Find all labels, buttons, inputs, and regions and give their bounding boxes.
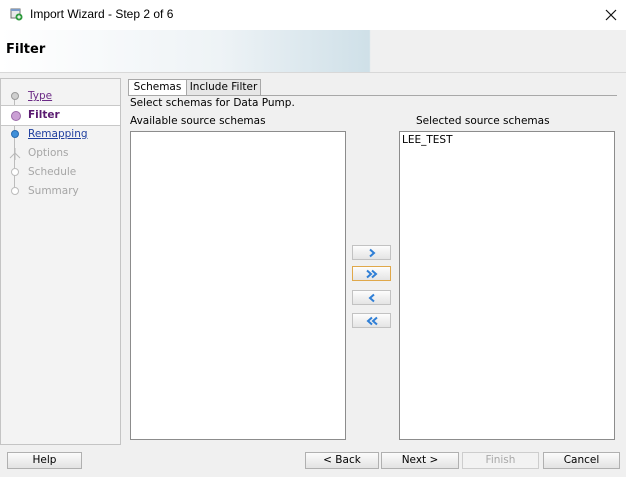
tab-label: Include Filter [189,81,258,93]
tab-schemas[interactable]: Schemas [128,79,187,95]
step-branch-icon [9,148,21,160]
button-label: Next > [401,454,439,466]
step-navigation: Type Filter Remapping Options Schedule S… [0,78,121,445]
step-next-icon [11,130,19,138]
instructions-text: Select schemas for Data Pump. [130,97,295,109]
step-label: Options [28,147,69,159]
button-label: Cancel [563,454,600,466]
remove-selected-button[interactable] [352,290,391,305]
help-button[interactable]: Help [7,452,82,469]
back-button[interactable]: < Back [305,452,379,469]
title-bar: Import Wizard - Step 2 of 6 [0,0,626,30]
cancel-button[interactable]: Cancel [543,452,620,469]
move-right-icon [368,248,376,257]
step-pending-icon [11,187,19,195]
list-item[interactable]: LEE_TEST [402,134,453,146]
step-type[interactable]: Type [1,87,120,106]
move-all-right-icon [365,269,378,278]
remove-all-button[interactable] [352,313,391,328]
page-title: Filter [6,42,46,57]
close-button[interactable] [596,0,626,30]
step-summary: Summary [1,182,120,201]
selected-schemas-label: Selected source schemas [416,115,550,127]
move-all-button[interactable] [352,266,391,281]
tab-include-filter[interactable]: Include Filter [186,79,261,95]
move-all-left-icon [365,316,378,325]
available-schemas-list[interactable] [130,131,346,440]
step-remapping[interactable]: Remapping [1,125,120,144]
button-label: < Back [323,454,361,466]
step-options: Options [1,144,120,163]
step-visited-icon [11,92,19,100]
tab-label: Schemas [133,81,182,93]
step-schedule: Schedule [1,163,120,182]
step-label: Schedule [28,166,77,178]
next-button[interactable]: Next > [381,452,459,469]
move-selected-button[interactable] [352,245,391,260]
button-label: Help [32,454,57,466]
step-filter[interactable]: Filter [1,105,120,126]
move-left-icon [367,293,375,302]
import-wizard-icon [10,8,23,21]
button-label: Finish [485,454,516,466]
page-header: Filter [0,30,626,73]
step-label: Summary [28,185,79,197]
step-label: Type [28,90,53,102]
step-current-icon [11,111,21,121]
available-schemas-label: Available source schemas [130,115,266,127]
close-icon [605,9,617,21]
window-title: Import Wizard - Step 2 of 6 [30,7,174,21]
finish-button: Finish [462,452,539,469]
tab-panel-border [128,95,617,96]
step-label: Remapping [28,128,88,140]
step-label: Filter [28,109,60,121]
step-pending-icon [11,168,19,176]
selected-schemas-list[interactable]: LEE_TEST [399,131,615,440]
